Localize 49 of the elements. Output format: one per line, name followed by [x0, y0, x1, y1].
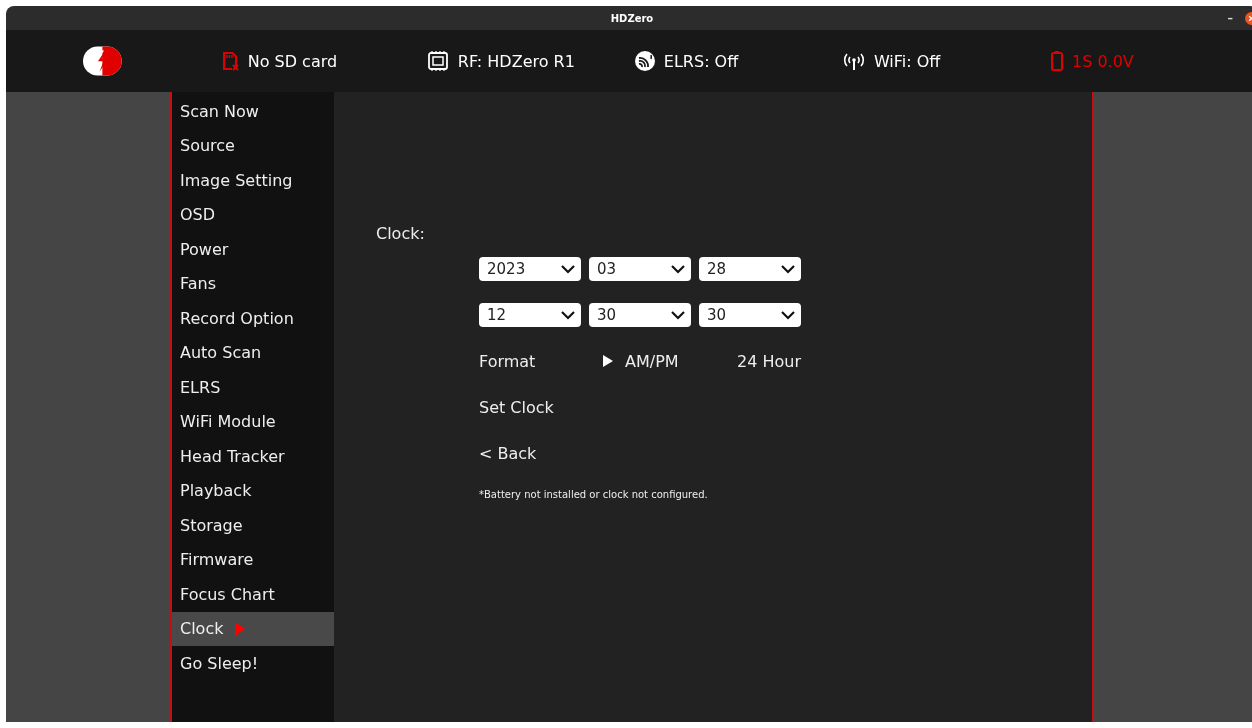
logo-icon: [83, 46, 122, 76]
chip-icon: [425, 50, 450, 72]
sidebar-item[interactable]: Record Option: [172, 301, 334, 336]
sidebar-item[interactable]: Head Tracker: [172, 439, 334, 474]
sidebar-item[interactable]: Go Sleep!: [172, 646, 334, 681]
sidebar-item[interactable]: Playback: [172, 473, 334, 508]
format-option[interactable]: 24 Hour: [737, 351, 801, 371]
sidebar-item[interactable]: Image Setting: [172, 163, 334, 198]
time-dropdown[interactable]: 30: [589, 303, 691, 327]
status-text: 1S 0.0V: [1071, 51, 1134, 71]
sidebar-item[interactable]: Source: [172, 128, 334, 163]
status-text: ELRS: Off: [663, 51, 739, 71]
chevron-down-icon: [671, 310, 685, 320]
chevron-down-icon: [781, 264, 795, 274]
chevron-down-icon: [671, 264, 685, 274]
sidebar-item[interactable]: Auto Scan: [172, 335, 334, 370]
set-clock-button[interactable]: Set Clock: [479, 397, 554, 417]
date-dropdown[interactable]: 2023: [479, 257, 581, 281]
time-dropdown[interactable]: 30: [699, 303, 801, 327]
sidebar-item[interactable]: Power: [172, 232, 334, 267]
pointer-icon: [235, 621, 246, 636]
section-title: Clock:: [376, 224, 426, 243]
status-text: WiFi: Off: [873, 51, 941, 71]
signal-icon: [633, 50, 656, 72]
minimize-button[interactable]: –: [1227, 11, 1233, 25]
date-dropdown[interactable]: 28: [699, 257, 801, 281]
sidebar-item[interactable]: Scan Now: [172, 94, 334, 129]
battery-icon: [1049, 50, 1064, 72]
window-title: HDZero: [610, 12, 654, 24]
sidebar-item[interactable]: ELRS: [172, 370, 334, 405]
sidebar-item[interactable]: Storage: [172, 508, 334, 543]
sidebar-item[interactable]: OSD: [172, 197, 334, 232]
date-dropdown[interactable]: 03: [589, 257, 691, 281]
sidebar-item[interactable]: Clock: [172, 611, 334, 646]
chevron-down-icon: [781, 310, 795, 320]
format-option[interactable]: AM/PM: [625, 351, 679, 371]
antenna-icon: [841, 51, 866, 71]
back-button[interactable]: < Back: [479, 443, 537, 463]
sidebar-item[interactable]: Focus Chart: [172, 577, 334, 612]
status-text: RF: HDZero R1: [457, 51, 575, 71]
sidebar-item[interactable]: WiFi Module: [172, 404, 334, 439]
status-text: No SD card: [247, 51, 338, 71]
sidebar-item[interactable]: Firmware: [172, 542, 334, 577]
sidebar-item[interactable]: Fans: [172, 266, 334, 301]
chevron-down-icon: [561, 264, 575, 274]
format-label: Format: [479, 351, 537, 371]
footnote: *Battery not installed or clock not configured.: [479, 489, 709, 500]
time-dropdown[interactable]: 12: [479, 303, 581, 327]
chevron-down-icon: [561, 310, 575, 320]
